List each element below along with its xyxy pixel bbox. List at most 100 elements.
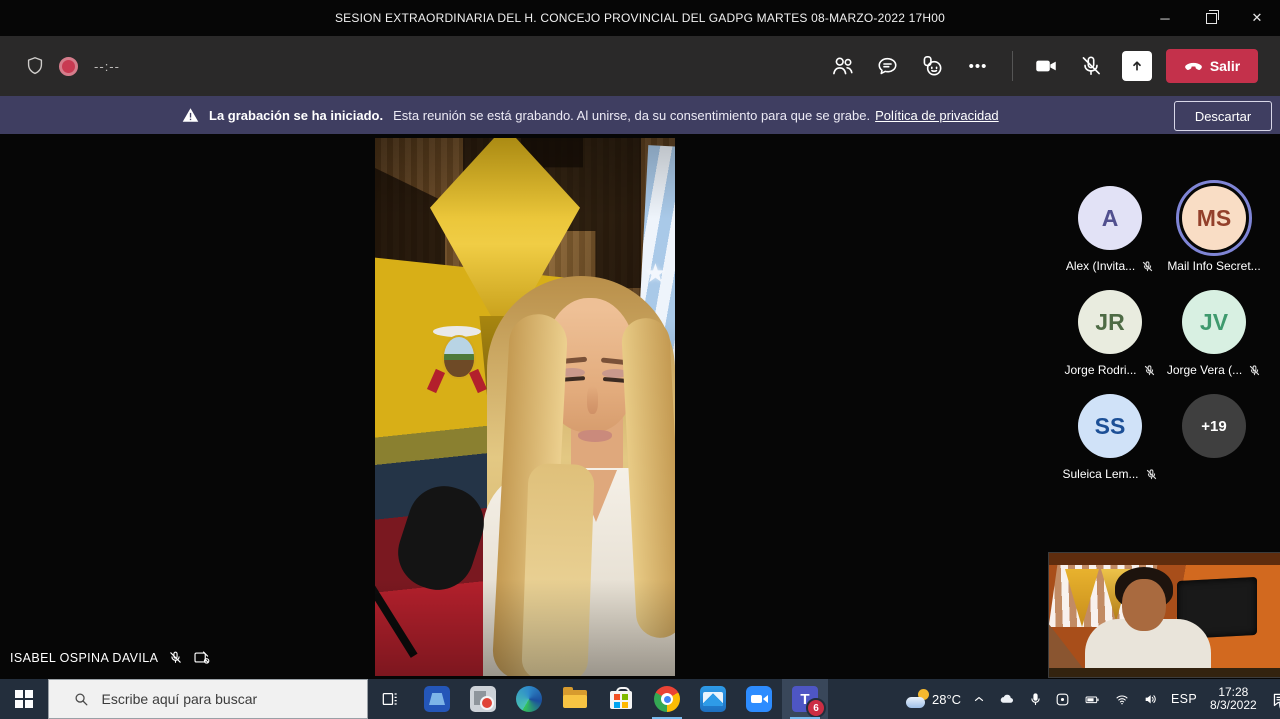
taskbar-app-zoom[interactable]: [736, 679, 782, 719]
participant-tile[interactable]: MS Mail Info Secret...: [1162, 186, 1266, 284]
chat-button[interactable]: [866, 36, 908, 96]
weather-widget[interactable]: 28°C: [902, 679, 965, 719]
battery-icon: [1082, 692, 1102, 707]
share-button[interactable]: [1116, 36, 1158, 96]
mic-off-icon: [1141, 260, 1154, 273]
minimize-icon: ─: [1160, 11, 1169, 26]
main-speaker-video[interactable]: ★: [375, 138, 675, 676]
tray-date: 8/3/2022: [1210, 699, 1257, 712]
close-icon: ✕: [1252, 10, 1263, 26]
meeting-timer: --:--: [84, 36, 130, 96]
ink-workspace-tray[interactable]: [1050, 679, 1075, 719]
window-title: SESION EXTRAORDINARIA DEL H. CONCEJO PRO…: [0, 0, 1280, 36]
privacy-policy-link[interactable]: Política de privacidad: [875, 108, 999, 123]
mic-muted-button[interactable]: [1069, 36, 1113, 96]
participant-name: Jorge Vera (...: [1167, 363, 1242, 377]
taskbar-app-teams-active[interactable]: T 6: [782, 679, 828, 719]
leave-button[interactable]: Salir: [1166, 49, 1258, 83]
file-explorer-icon: [562, 686, 588, 712]
taskbar-app-snip[interactable]: [460, 679, 506, 719]
recording-banner: La grabación se ha iniciado. Esta reunió…: [0, 96, 1280, 134]
chrome-icon: [654, 686, 680, 712]
mic-off-icon: [168, 650, 183, 665]
banner-title: La grabación se ha iniciado.: [209, 108, 383, 123]
taskbar-app-explorer[interactable]: [552, 679, 598, 719]
wifi-icon: [1113, 692, 1131, 707]
participant-avatar: SS: [1078, 394, 1142, 458]
participant-name: Jorge Rodri...: [1064, 363, 1136, 377]
volume-tray[interactable]: [1138, 679, 1164, 719]
raise-hand-icon: [919, 53, 945, 79]
participant-avatar: JV: [1182, 290, 1246, 354]
hangup-icon: [1184, 60, 1203, 72]
taskbar-search[interactable]: [48, 679, 368, 719]
restore-icon: [1206, 13, 1217, 24]
mic-off-icon: [1143, 364, 1156, 377]
mic-icon: [1028, 691, 1043, 708]
mic-off-icon: [1078, 53, 1104, 79]
task-view-icon: [380, 689, 400, 709]
network-tray[interactable]: [1109, 679, 1135, 719]
mic-off-icon: [1145, 468, 1158, 481]
clock[interactable]: 17:28 8/3/2022: [1204, 679, 1263, 719]
taskbar-app-scanner[interactable]: [414, 679, 460, 719]
participant-initials: A: [1102, 205, 1119, 232]
taskbar-app-chrome[interactable]: [644, 679, 690, 719]
minimize-button[interactable]: ─: [1142, 0, 1188, 36]
participant-initials: JV: [1200, 309, 1228, 336]
action-center-button[interactable]: 2: [1266, 679, 1280, 719]
reactions-button[interactable]: [910, 36, 954, 96]
hidden-icons-button[interactable]: [968, 679, 990, 719]
security-button[interactable]: [18, 36, 52, 96]
shield-icon: [24, 55, 46, 77]
participant-tile[interactable]: A Alex (Invita...: [1058, 186, 1162, 284]
speaker-name: ISABEL OSPINA DAVILA: [10, 651, 158, 665]
pin-icon: [193, 650, 210, 665]
taskbar-app-edge[interactable]: [506, 679, 552, 719]
more-options-button[interactable]: •••: [956, 36, 1000, 96]
windows-taskbar: T 6 28°C ESP 17:28 8/: [0, 679, 1280, 719]
teams-notification-badge: 6: [806, 698, 826, 718]
participant-tile[interactable]: SS Suleica Lem...: [1058, 394, 1162, 492]
onedrive-tray[interactable]: [993, 679, 1021, 719]
participant-overflow-tile[interactable]: +19: [1162, 394, 1266, 492]
participant-tile[interactable]: JR Jorge Rodri...: [1058, 290, 1162, 388]
toolbar-divider: [1012, 51, 1013, 81]
cloud-icon: [997, 690, 1017, 708]
mail-icon: [700, 686, 726, 712]
system-tray: 28°C ESP 17:28 8/3/2022 2: [902, 679, 1280, 719]
camera-button[interactable]: [1024, 36, 1068, 96]
participant-name: Alex (Invita...: [1066, 259, 1135, 273]
taskbar-app-store[interactable]: [598, 679, 644, 719]
search-input[interactable]: [100, 690, 344, 708]
people-icon: [830, 53, 856, 79]
language-indicator[interactable]: ESP: [1167, 679, 1201, 719]
scanner-app-icon: [424, 686, 450, 712]
participant-tile[interactable]: JV Jorge Vera (...: [1162, 290, 1266, 388]
edge-icon: [516, 686, 542, 712]
taskbar-app-mail[interactable]: [690, 679, 736, 719]
task-view-button[interactable]: [368, 679, 412, 719]
ink-icon: [1054, 691, 1071, 708]
windows-logo-icon: [15, 690, 33, 708]
start-button[interactable]: [0, 679, 48, 719]
volume-icon: [1142, 691, 1160, 707]
overflow-count: +19: [1201, 418, 1226, 435]
microsoft-store-icon: [608, 686, 634, 712]
close-button[interactable]: ✕: [1234, 0, 1280, 36]
battery-tray[interactable]: [1078, 679, 1106, 719]
secondary-video-tile[interactable]: [1048, 552, 1280, 678]
recording-indicator: [54, 36, 82, 96]
participants-button[interactable]: [822, 36, 864, 96]
weather-icon: [906, 689, 930, 709]
mic-off-icon: [1248, 364, 1261, 377]
chat-icon: [875, 54, 900, 79]
microphone-tray[interactable]: [1024, 679, 1047, 719]
speaking-ring: [1176, 180, 1252, 256]
share-up-icon: [1122, 51, 1152, 81]
dismiss-button[interactable]: Descartar: [1174, 101, 1272, 131]
participant-list: A Alex (Invita... MS Mail Info Secret...: [1058, 186, 1268, 492]
leave-label: Salir: [1210, 58, 1240, 74]
restore-button[interactable]: [1188, 0, 1234, 36]
search-icon: [73, 691, 90, 708]
